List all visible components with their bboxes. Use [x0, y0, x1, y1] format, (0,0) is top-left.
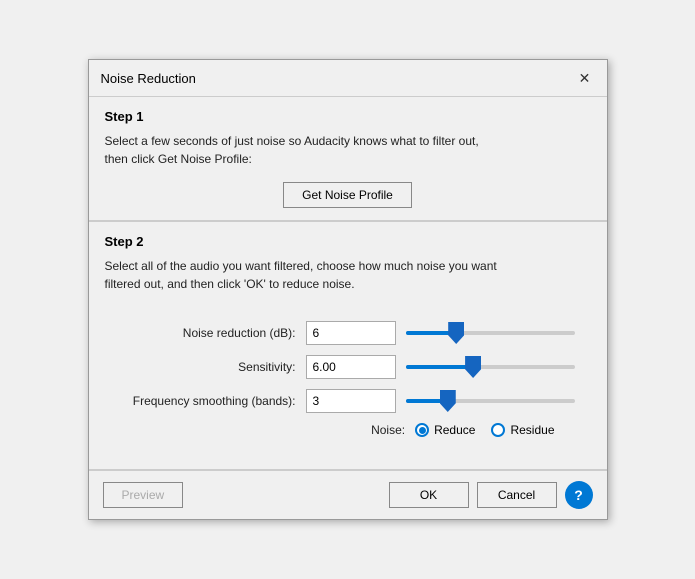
- step1-section: Step 1 Select a few seconds of just nois…: [89, 97, 607, 221]
- step2-description: Select all of the audio you want filtere…: [105, 257, 591, 293]
- noise-radio-label: Noise:: [371, 423, 405, 437]
- cancel-button[interactable]: Cancel: [477, 482, 557, 508]
- frequency-smoothing-label: Frequency smoothing (bands):: [121, 394, 306, 408]
- step2-title: Step 2: [105, 234, 591, 249]
- controls-area: Noise reduction (dB): Sensitivity:: [105, 307, 591, 457]
- radio-residue[interactable]: Residue: [491, 423, 554, 437]
- step1-description: Select a few seconds of just noise so Au…: [105, 132, 591, 168]
- noise-reduction-label: Noise reduction (dB):: [121, 326, 306, 340]
- noise-reduction-dialog: Noise Reduction ✕ Step 1 Select a few se…: [88, 59, 608, 520]
- dialog-body: Step 1 Select a few seconds of just nois…: [89, 97, 607, 519]
- sensitivity-slider-wrapper: [406, 365, 575, 369]
- noise-reduction-slider-wrapper: [406, 331, 575, 335]
- step1-title: Step 1: [105, 109, 591, 124]
- step2-section: Step 2 Select all of the audio you want …: [89, 221, 607, 470]
- title-bar: Noise Reduction ✕: [89, 60, 607, 97]
- radio-reduce[interactable]: Reduce: [415, 423, 475, 437]
- sensitivity-input[interactable]: [306, 355, 396, 379]
- frequency-smoothing-row: Frequency smoothing (bands):: [121, 389, 575, 413]
- ok-button[interactable]: OK: [389, 482, 469, 508]
- close-button[interactable]: ✕: [575, 68, 595, 88]
- noise-reduction-input[interactable]: [306, 321, 396, 345]
- radio-residue-icon: [491, 423, 505, 437]
- sensitivity-row: Sensitivity:: [121, 355, 575, 379]
- sensitivity-slider-track[interactable]: [406, 365, 575, 369]
- frequency-smoothing-slider-track[interactable]: [406, 399, 575, 403]
- sensitivity-slider-fill: [406, 365, 474, 369]
- frequency-smoothing-slider-wrapper: [406, 399, 575, 403]
- noise-reduction-slider-thumb[interactable]: [448, 322, 464, 344]
- help-button[interactable]: ?: [565, 481, 593, 509]
- radio-reduce-label: Reduce: [434, 423, 475, 437]
- frequency-smoothing-slider-thumb[interactable]: [440, 390, 456, 412]
- sensitivity-label: Sensitivity:: [121, 360, 306, 374]
- dialog-title: Noise Reduction: [101, 71, 196, 86]
- noise-radio-group: Reduce Residue: [415, 423, 554, 437]
- noise-reduction-slider-track[interactable]: [406, 331, 575, 335]
- frequency-smoothing-input[interactable]: [306, 389, 396, 413]
- sensitivity-slider-thumb[interactable]: [465, 356, 481, 378]
- footer-bar: Preview OK Cancel ?: [89, 470, 607, 519]
- get-noise-profile-button[interactable]: Get Noise Profile: [283, 182, 412, 208]
- preview-button[interactable]: Preview: [103, 482, 184, 508]
- radio-residue-label: Residue: [510, 423, 554, 437]
- noise-radio-row: Noise: Reduce Residue: [121, 423, 575, 437]
- radio-reduce-icon: [415, 423, 429, 437]
- noise-reduction-row: Noise reduction (dB):: [121, 321, 575, 345]
